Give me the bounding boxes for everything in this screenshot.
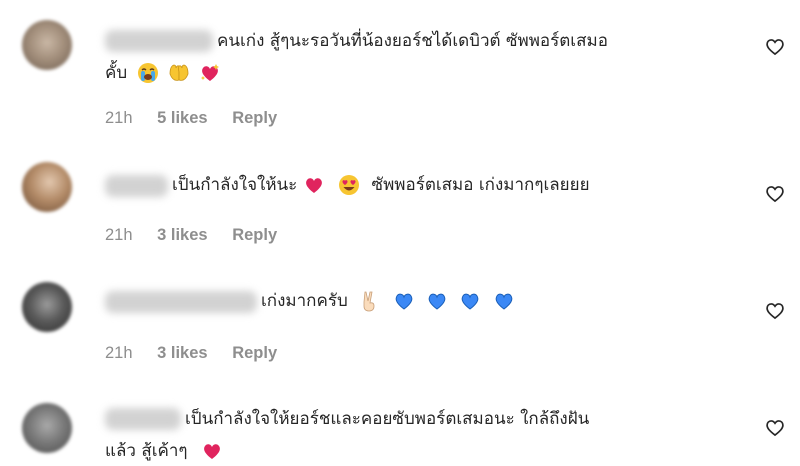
username[interactable]	[105, 408, 181, 430]
avatar[interactable]	[22, 403, 72, 453]
reply-button[interactable]: Reply	[232, 109, 277, 127]
comment-timestamp[interactable]: 21h	[105, 344, 133, 362]
likes-count[interactable]: 3 likes	[157, 226, 207, 244]
likes-count[interactable]: 5 likes	[157, 109, 207, 127]
comment-text: เป็นกำลังใจให้ยอร์ชและคอยซับพอร์ตเสมอนะ …	[185, 404, 589, 434]
like-heart-icon[interactable]	[765, 37, 785, 57]
comment-text-part1: เป็นกำลังใจให้นะ	[172, 175, 298, 195]
heart-eyes-face-icon	[339, 175, 360, 195]
likes-count[interactable]: 3 likes	[157, 344, 207, 362]
crying-face-icon	[137, 63, 158, 83]
username[interactable]	[105, 30, 213, 52]
reply-button[interactable]: Reply	[232, 226, 277, 244]
raising-hands-icon	[169, 64, 189, 81]
comment-text-part1: เก่งมากครับ	[261, 291, 348, 311]
comment-text-continuation: แล้ว สู้เค้าๆ	[105, 441, 188, 461]
avatar[interactable]	[22, 162, 72, 212]
comment-meta: 21h 3 likes Reply	[105, 344, 297, 363]
avatar[interactable]	[22, 282, 72, 332]
red-heart-icon	[204, 444, 220, 459]
blue-heart-icon	[395, 293, 412, 310]
comment-text-line1: เป็นกำลังใจให้ยอร์ชและคอยซับพอร์ตเสมอนะ …	[185, 409, 590, 429]
blue-heart-icon	[462, 293, 479, 310]
blue-heart-icon	[428, 293, 446, 310]
comment-meta: 21h 3 likes Reply	[105, 226, 297, 245]
username[interactable]	[105, 291, 257, 313]
like-heart-icon[interactable]	[765, 418, 785, 438]
comment-text: คนเก่ง สู้ๆนะรอวันที่น้องยอร์ชได้เดบิวต์…	[217, 26, 608, 56]
comment-text: เป็นกำลังใจให้นะ ซัพพอร์ตเสมอ เก่งมากๆเล…	[172, 170, 590, 200]
comment-timestamp[interactable]: 21h	[105, 109, 133, 127]
comment-text-line1: คนเก่ง สู้ๆนะรอวันที่น้องยอร์ชได้เดบิวต์…	[217, 31, 608, 51]
red-heart-icon	[305, 178, 322, 193]
comment-text-part2: ซัพพอร์ตเสมอ เก่งมากๆเลยยย	[371, 175, 590, 195]
like-heart-icon[interactable]	[765, 184, 785, 204]
comment-text-continuation: คั้บ	[105, 63, 128, 83]
comment-text: เก่งมากครับ	[261, 286, 515, 316]
comment-text-line2: คั้บ	[105, 58, 221, 88]
like-heart-icon[interactable]	[765, 301, 785, 321]
username[interactable]	[105, 175, 168, 197]
victory-hand-icon	[363, 291, 375, 312]
comment-timestamp[interactable]: 21h	[105, 226, 133, 244]
avatar[interactable]	[22, 20, 72, 70]
blue-heart-icon	[495, 293, 513, 310]
sparkling-heart-icon	[201, 64, 220, 81]
comment-meta: 21h 5 likes Reply	[105, 109, 297, 128]
reply-button[interactable]: Reply	[232, 344, 277, 362]
